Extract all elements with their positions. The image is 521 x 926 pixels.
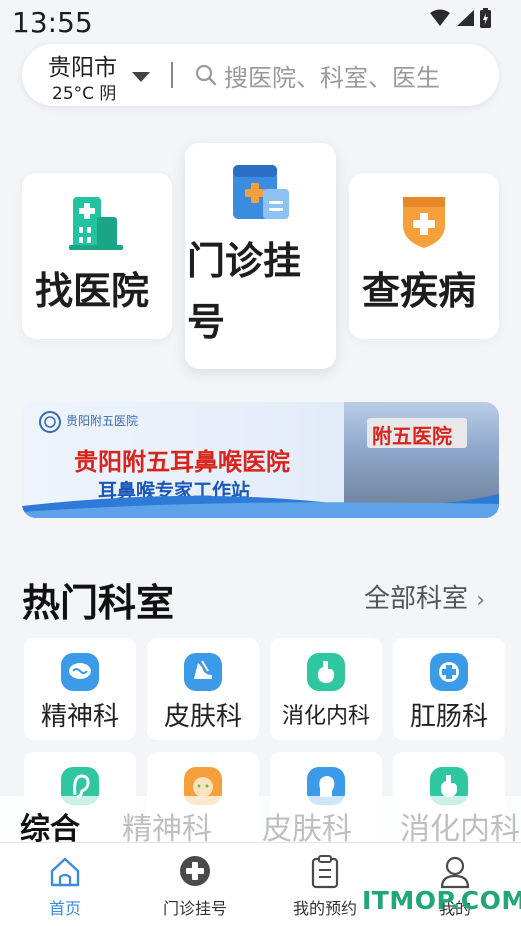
department-item[interactable]: 消化内科 [270, 638, 382, 740]
department-item[interactable]: 皮肤科 [147, 638, 259, 740]
register-clinic-icon [233, 165, 289, 219]
home-icon [50, 857, 80, 887]
clipboard-icon [311, 855, 339, 889]
status-icons [430, 8, 491, 28]
search-icon [195, 64, 217, 86]
department-label: 皮肤科 [163, 702, 242, 732]
tab-psychiatry[interactable]: 精神科 [122, 804, 212, 842]
all-departments-link[interactable]: 全部科室 › [364, 578, 485, 615]
search-bar: 贵阳市 25°C 阴 搜医院、科室、医生 [22, 44, 499, 106]
hot-departments-title: 热门科室 [22, 581, 175, 625]
tab-dermatology[interactable]: 皮肤科 [262, 804, 352, 842]
banner-wave [22, 494, 499, 518]
medical-shield-icon [403, 197, 445, 248]
hospital-logo-icon [39, 411, 61, 433]
department-label: 消化内科 [281, 704, 370, 729]
department-label: 精神科 [40, 702, 119, 732]
outpatient-register-card[interactable]: 门诊挂 号 [185, 143, 336, 369]
user-icon [440, 856, 470, 889]
intestine-icon [430, 653, 468, 691]
battery-icon [480, 8, 491, 28]
status-time: 13:55 [12, 6, 93, 39]
search-input[interactable]: 搜医院、科室、医生 [224, 58, 490, 93]
department-label: 肛肠科 [409, 702, 488, 732]
watermark: ITMOP.COM [362, 886, 521, 915]
nav-home-label: 首页 [48, 899, 81, 918]
plus-circle-icon [180, 856, 210, 886]
chevron-right-icon: › [476, 588, 486, 613]
department-item[interactable]: 肛肠科 [393, 638, 505, 740]
tab-gastroenterology[interactable]: 消化内科 [400, 804, 520, 842]
register-label-line1: 门诊挂 [187, 239, 302, 283]
search-divider [171, 62, 173, 88]
find-hospital-label: 找医院 [35, 269, 150, 313]
city-selector[interactable]: 贵阳市 [48, 48, 117, 82]
signal-icon [457, 10, 474, 26]
stomach-icon [307, 653, 345, 691]
nav-home[interactable]: 首页 [0, 843, 130, 926]
hospital-banner[interactable]: 贵阳附五医院 贵阳附五耳鼻喉医院 耳鼻喉专家工作站 附五医院 [22, 402, 499, 518]
status-bar: 13:55 [0, 0, 521, 44]
check-disease-label: 查疾病 [362, 269, 477, 313]
weather-text: 25°C 阴 [52, 84, 117, 104]
register-label-line2: 号 [187, 300, 226, 344]
nav-register[interactable]: 门诊挂号 [130, 843, 260, 926]
banner-logo-text: 贵阳附五医院 [66, 414, 139, 428]
check-disease-card[interactable]: 查疾病 [349, 173, 499, 339]
tab-general[interactable]: 综合 [20, 804, 80, 842]
banner-title: 贵阳附五耳鼻喉医院 [74, 448, 290, 476]
department-item[interactable]: 精神科 [24, 638, 136, 740]
category-tabs: 综合 精神科 皮肤科 消化内科 [0, 796, 521, 842]
hospital-sign-text: 附五医院 [372, 424, 452, 448]
brain-icon [61, 653, 99, 691]
all-departments-label: 全部科室 [364, 584, 469, 614]
skin-icon [184, 653, 222, 691]
hospital-building-icon [69, 197, 123, 250]
wifi-icon [430, 9, 450, 26]
chevron-down-icon[interactable] [132, 72, 150, 82]
find-hospital-card[interactable]: 找医院 [22, 173, 172, 339]
nav-register-label: 门诊挂号 [162, 899, 227, 918]
